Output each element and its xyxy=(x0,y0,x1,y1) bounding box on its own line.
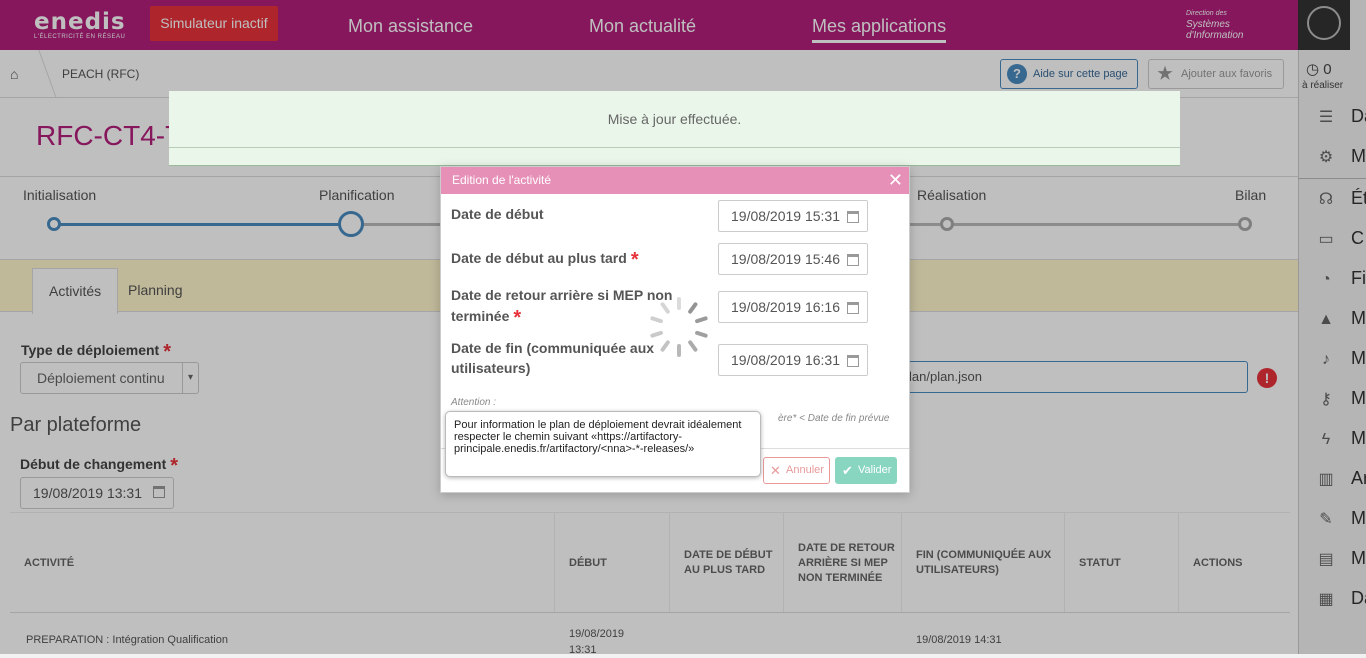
cancel-label: Annuler xyxy=(786,464,824,476)
validate-button[interactable]: ✔ Valider xyxy=(835,457,897,484)
value-date-fin: 19/08/2019 16:31 xyxy=(731,352,840,368)
cancel-button[interactable]: ✕ Annuler xyxy=(763,457,830,484)
modal-header: Edition de l'activité ✕ xyxy=(441,167,909,194)
field-label-fin: Date de fin (communiquée aux utilisateur… xyxy=(451,340,655,376)
value-date-debut: 19/08/2019 15:31 xyxy=(731,208,840,224)
field-label-debut-plus-tard-text: Date de début au plus tard xyxy=(451,250,627,266)
value-date-retour-arriere: 19/08/2019 16:16 xyxy=(731,299,840,315)
field-label-debut-plus-tard: Date de début au plus tard * xyxy=(451,247,639,271)
loading-spinner-icon xyxy=(649,297,709,357)
field-label-retour-arriere-text: Date de retour arrière si MEP non termin… xyxy=(451,287,673,324)
calendar-icon xyxy=(847,355,859,367)
calendar-icon xyxy=(847,254,859,266)
success-notice: Mise à jour effectuée. xyxy=(169,91,1180,166)
value-date-debut-plus-tard: 19/08/2019 15:46 xyxy=(731,251,840,267)
required-icon: * xyxy=(513,307,522,329)
edit-activity-modal: Edition de l'activité ✕ Date de début 19… xyxy=(440,166,910,493)
attention-rule: ère* < Date de fin prévue xyxy=(778,413,890,424)
calendar-icon xyxy=(847,211,859,223)
calendar-icon xyxy=(847,302,859,314)
input-date-debut-plus-tard[interactable]: 19/08/2019 15:46 xyxy=(718,243,868,275)
input-date-retour-arriere[interactable]: 19/08/2019 16:16 xyxy=(718,291,868,323)
field-label-debut: Date de début xyxy=(451,206,544,222)
validate-label: Valider xyxy=(858,464,892,476)
attention-label: Attention : xyxy=(451,397,497,408)
required-icon: * xyxy=(630,249,639,271)
input-date-debut[interactable]: 19/08/2019 15:31 xyxy=(718,200,868,232)
notice-divider xyxy=(169,147,1180,148)
path-tooltip: Pour information le plan de déploiement … xyxy=(445,411,761,477)
modal-title: Edition de l'activité xyxy=(452,173,552,187)
check-icon: ✔ xyxy=(842,463,853,478)
close-icon: ✕ xyxy=(770,463,781,478)
notice-text: Mise à jour effectuée. xyxy=(607,111,742,127)
input-date-fin[interactable]: 19/08/2019 16:31 xyxy=(718,344,868,376)
close-icon[interactable]: ✕ xyxy=(888,167,903,194)
